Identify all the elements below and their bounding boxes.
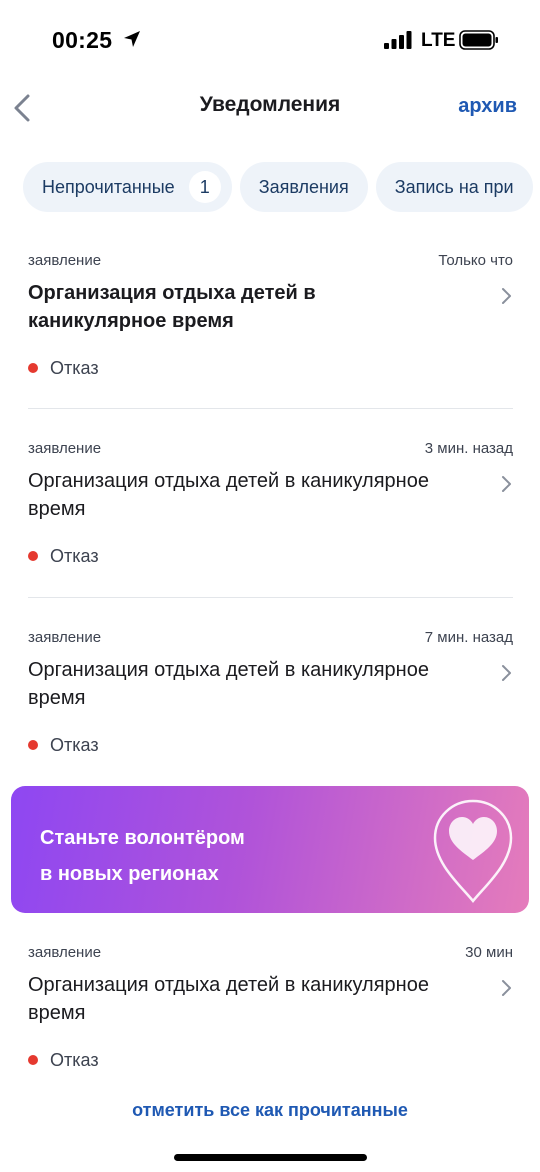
battery-icon	[459, 30, 498, 50]
notification-title: Организация отдыха детей в каникулярное …	[28, 659, 429, 709]
notification-status: Отказ	[28, 735, 99, 755]
banner-text: Станьте волонтёром в новых регионах	[40, 820, 340, 892]
notification-status: Отказ	[28, 358, 99, 378]
chip-label: Заявления	[258, 176, 349, 197]
banner-line-2: в новых регионах	[40, 863, 219, 885]
filter-chip-unread[interactable]: Непрочитанные 1	[23, 162, 232, 212]
chevron-right-icon	[502, 288, 511, 304]
mark-all-read-button[interactable]: отметить все как прочитанные	[0, 1100, 540, 1121]
notification-status: Отказ	[28, 1050, 99, 1070]
banner-line-1: Станьте волонтёром	[40, 827, 245, 849]
notification-status: Отказ	[28, 546, 99, 566]
notification-item[interactable]: заявление 30 мин Организация отдыха дете…	[28, 944, 513, 1074]
status-label: Отказ	[50, 357, 99, 378]
status-dot	[28, 551, 38, 561]
network-type: LTE	[421, 30, 456, 51]
notification-title: Организация отдыха детей в каникулярное …	[28, 974, 429, 1024]
notification-time: 7 мин. назад	[424, 629, 513, 646]
status-label: Отказ	[50, 545, 99, 566]
divider	[28, 597, 513, 598]
chevron-right-icon	[502, 476, 511, 492]
notification-type: заявление	[28, 944, 102, 961]
chip-label: Запись на при	[394, 176, 514, 197]
divider	[28, 408, 513, 409]
status-dot	[28, 363, 38, 373]
status-label: Отказ	[50, 734, 99, 755]
notification-time: 30 мин	[465, 944, 513, 961]
volunteer-banner[interactable]: Станьте волонтёром в новых регионах	[11, 786, 529, 913]
status-time: 00:25	[52, 27, 113, 53]
filter-chip-applications[interactable]: Заявления	[239, 162, 368, 212]
notification-item[interactable]: заявление Только что Организация отдыха …	[28, 252, 513, 382]
status-label: Отказ	[50, 1049, 99, 1070]
notification-type: заявление	[28, 440, 102, 457]
chevron-right-icon	[502, 665, 511, 681]
notification-item[interactable]: заявление 3 мин. назад Организация отдых…	[28, 440, 513, 570]
chip-label: Непрочитанные	[42, 176, 175, 197]
notification-type: заявление	[28, 629, 102, 646]
status-dot	[28, 1055, 38, 1065]
location-arrow-icon	[124, 31, 140, 47]
home-indicator[interactable]	[174, 1154, 367, 1161]
chevron-right-icon	[502, 980, 511, 996]
notification-item[interactable]: заявление 7 мин. назад Организация отдых…	[28, 629, 513, 759]
nav-bar: Уведомления архив	[0, 80, 540, 140]
archive-link[interactable]: архив	[458, 95, 517, 118]
notification-title: Организация отдыха детей в каникулярное …	[28, 282, 316, 332]
notification-type: заявление	[28, 252, 102, 269]
notification-time: Только что	[438, 252, 513, 269]
status-dot	[28, 740, 38, 750]
unread-count-badge: 1	[188, 171, 221, 203]
status-bar: 00:25 LTE	[0, 0, 540, 80]
signal-icon	[384, 31, 412, 49]
notification-title: Организация отдыха детей в каникулярное …	[28, 470, 429, 520]
heart-pin-icon	[433, 799, 513, 904]
filter-chip-appointments[interactable]: Запись на при	[375, 162, 533, 212]
filter-chips: Непрочитанные 1 Заявления Запись на при	[23, 162, 540, 212]
notification-time: 3 мин. назад	[424, 440, 513, 457]
